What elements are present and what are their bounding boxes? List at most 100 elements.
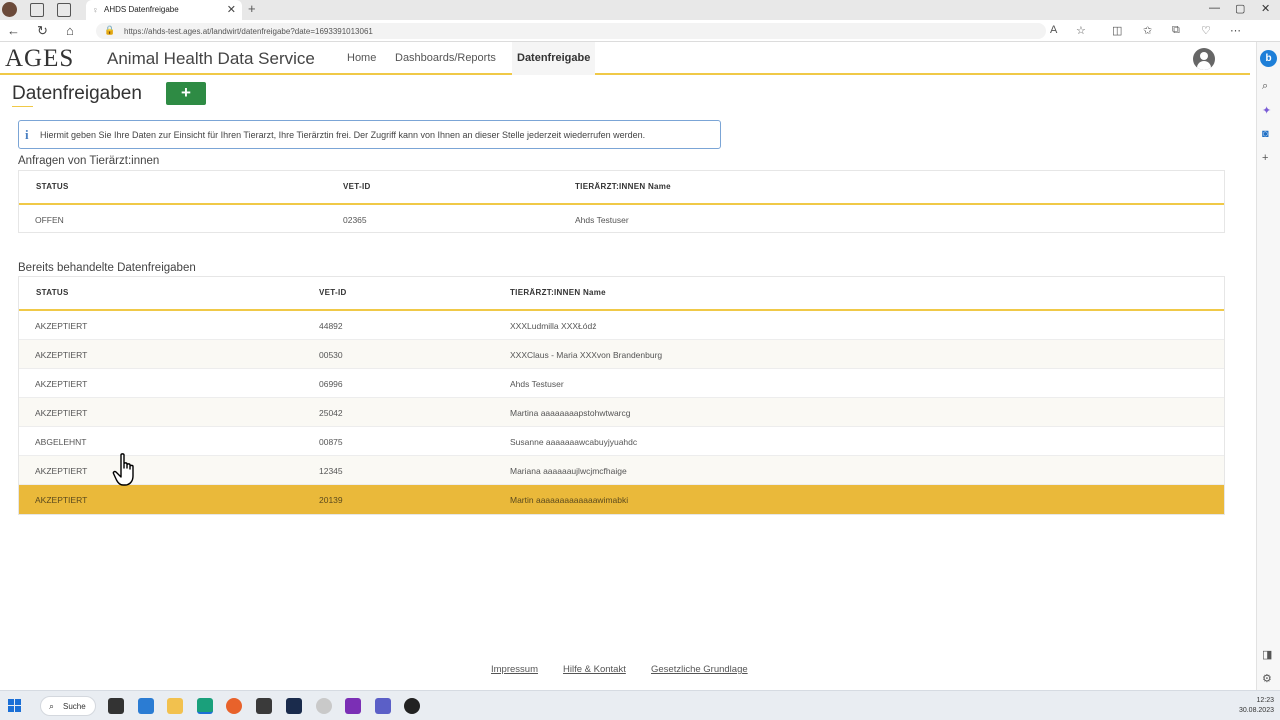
table-header: STATUS VET-ID TIERÄRZT:INNEN Name (19, 171, 1224, 205)
nav-datenfreigabe[interactable]: Datenfreigabe (512, 42, 596, 75)
cell-status: ABGELEHNT (35, 437, 87, 447)
bing-chat-icon[interactable]: b (1260, 50, 1277, 67)
cell-vet-id: 20139 (319, 495, 343, 505)
processed-table: STATUS VET-ID TIERÄRZT:INNEN Name AKZEPT… (18, 276, 1225, 515)
column-header-status[interactable]: STATUS (36, 182, 69, 191)
profile-avatar[interactable] (2, 2, 17, 17)
settings-gear-icon[interactable]: ⚙ (1262, 672, 1272, 685)
task-view-icon[interactable] (108, 698, 124, 714)
favorites-icon[interactable]: ✩ (1143, 24, 1152, 37)
taskbar-search-button[interactable]: ⌕ Suche (40, 696, 96, 716)
footer-link-impressum[interactable]: Impressum (491, 664, 538, 675)
tab-favicon-icon: ♀ (92, 5, 99, 15)
table-row[interactable]: AKZEPTIERT 00530 XXXClaus - Maria XXXvon… (19, 340, 1224, 369)
add-datenfreigabe-button[interactable]: + (166, 82, 206, 105)
widgets-icon[interactable] (138, 698, 154, 714)
tab-close-icon[interactable]: ✕ (227, 3, 236, 16)
page: AGES Animal Health Data Service Home Das… (0, 42, 1250, 690)
system-clock[interactable]: 12:23 30.08.2023 (1228, 696, 1274, 716)
search-icon[interactable]: ⌕ (1262, 80, 1268, 93)
teams-icon[interactable] (375, 698, 391, 714)
ages-logo[interactable]: AGES (5, 45, 74, 73)
url-field[interactable]: 🔒 https://ahds-test.ages.at/landwirt/dat… (96, 23, 1046, 39)
back-arrow-icon[interactable]: ← (7, 23, 20, 38)
search-icon: ⌕ (49, 701, 55, 711)
table-row[interactable]: OFFEN 02365 Ahds Testuser (19, 205, 1224, 232)
refresh-icon[interactable]: ↻ (37, 23, 48, 39)
cell-vet-id: 44892 (319, 321, 343, 331)
cell-status: AKZEPTIERT (35, 379, 88, 389)
home-icon[interactable]: ⌂ (66, 23, 74, 38)
clock-time: 12:23 (1256, 697, 1274, 704)
terminal-app-icon[interactable] (286, 698, 302, 714)
close-window-button[interactable]: ✕ (1261, 2, 1270, 15)
site-header: AGES Animal Health Data Service Home Das… (0, 42, 1250, 75)
sidebar-toggle-icon[interactable]: ◨ (1262, 648, 1272, 661)
cell-name: XXXLudmilla XXXŁódź (510, 321, 597, 331)
processed-section-title: Bereits behandelte Datenfreigaben (18, 262, 196, 274)
table-row[interactable]: ABGELEHNT 00875 Susanne aaaaaaawcabuyjyu… (19, 427, 1224, 456)
column-header-vet-id[interactable]: VET-ID (343, 182, 371, 191)
cell-vet-id: 25042 (319, 408, 343, 418)
tab-actions-icon[interactable] (57, 3, 71, 17)
title-underline (12, 106, 33, 107)
column-header-vet-id[interactable]: VET-ID (319, 288, 347, 297)
info-icon: i (25, 127, 29, 142)
tools-icon[interactable]: ✦ (1262, 104, 1271, 117)
table-row[interactable]: AKZEPTIERT 44892 XXXLudmilla XXXŁódź (19, 311, 1224, 340)
clock-date: 30.08.2023 (1238, 707, 1274, 714)
column-header-name[interactable]: TIERÄRZT:INNEN Name (575, 182, 671, 191)
edge-sidebar: b ⌕ ✦ ◙ + ◨ ⚙ (1256, 42, 1280, 690)
cell-name: XXXClaus - Maria XXXvon Brandenburg (510, 350, 663, 360)
new-tab-button[interactable]: + (248, 1, 256, 16)
table-header: STATUS VET-ID TIERÄRZT:INNEN Name (19, 277, 1224, 311)
workspaces-icon[interactable] (30, 3, 44, 17)
table-row[interactable]: AKZEPTIERT 25042 Martina aaaaaaaapstohwt… (19, 398, 1224, 427)
cell-vet-id: 06996 (319, 379, 343, 389)
read-aloud-icon[interactable]: A (1050, 24, 1057, 36)
edge-browser-icon[interactable] (197, 698, 213, 714)
windows-start-icon[interactable] (8, 699, 22, 713)
hand-pointer-cursor-icon (112, 453, 134, 486)
browser-tab-active[interactable]: ♀ AHDS Datenfreigabe ✕ (86, 0, 242, 20)
column-header-status[interactable]: STATUS (36, 288, 69, 297)
footer-link-gesetzliche-grundlage[interactable]: Gesetzliche Grundlage (651, 664, 748, 675)
user-account-icon[interactable] (1193, 48, 1215, 70)
info-text: Hiermit geben Sie Ihre Daten zur Einsich… (40, 130, 646, 140)
table-row-selected[interactable]: AKZEPTIERT 20139 Martin aaaaaaaaaaaaawim… (19, 485, 1224, 514)
table-row[interactable]: AKZEPTIERT 12345 Mariana aaaaaaujlwcjmcf… (19, 456, 1224, 485)
browser-essentials-icon[interactable]: ♡ (1201, 24, 1211, 37)
nav-dashboards-reports[interactable]: Dashboards/Reports (395, 52, 496, 64)
outlook-icon[interactable]: ◙ (1262, 128, 1269, 140)
requests-table: STATUS VET-ID TIERÄRZT:INNEN Name OFFEN … (18, 170, 1225, 233)
footer-link-hilfe-kontakt[interactable]: Hilfe & Kontakt (563, 664, 626, 675)
collections-icon[interactable]: ⧉ (1172, 24, 1180, 37)
column-header-name[interactable]: TIERÄRZT:INNEN Name (510, 288, 606, 297)
store-icon[interactable] (256, 698, 272, 714)
file-explorer-icon[interactable] (167, 698, 183, 714)
maximize-button[interactable]: ▢ (1235, 2, 1245, 15)
address-bar-row: ← ↻ ⌂ 🔒 https://ahds-test.ages.at/landwi… (0, 20, 1280, 42)
more-menu-icon[interactable]: ⋯ (1230, 24, 1241, 37)
favorite-star-icon[interactable]: ☆ (1076, 24, 1086, 37)
cell-vet-id: 00530 (319, 350, 343, 360)
cell-status: AKZEPTIERT (35, 350, 88, 360)
taskbar-search-label: Suche (63, 702, 86, 711)
url-text: https://ahds-test.ages.at/landwirt/daten… (124, 27, 373, 36)
info-alert: i Hiermit geben Sie Ihre Daten zur Einsi… (18, 120, 721, 149)
browser-tab-bar: ♀ AHDS Datenfreigabe ✕ + — ▢ ✕ (0, 0, 1280, 20)
split-screen-icon[interactable]: ◫ (1112, 24, 1122, 37)
table-row[interactable]: AKZEPTIERT 06996 Ahds Testuser (19, 369, 1224, 398)
snipping-tool-icon[interactable] (316, 698, 332, 714)
add-sidebar-app-icon[interactable]: + (1262, 152, 1268, 164)
lock-icon: 🔒 (104, 25, 116, 35)
page-title: Datenfreigaben (12, 83, 142, 104)
onenote-icon[interactable] (345, 698, 361, 714)
firefox-icon[interactable] (226, 698, 242, 714)
github-desktop-icon[interactable] (404, 698, 420, 714)
cell-name: Martin aaaaaaaaaaaaawimabki (510, 495, 629, 505)
cell-vet-id: 00875 (319, 437, 343, 447)
minimize-button[interactable]: — (1209, 2, 1220, 14)
tab-title: AHDS Datenfreigabe (104, 5, 179, 14)
nav-home[interactable]: Home (347, 52, 376, 64)
